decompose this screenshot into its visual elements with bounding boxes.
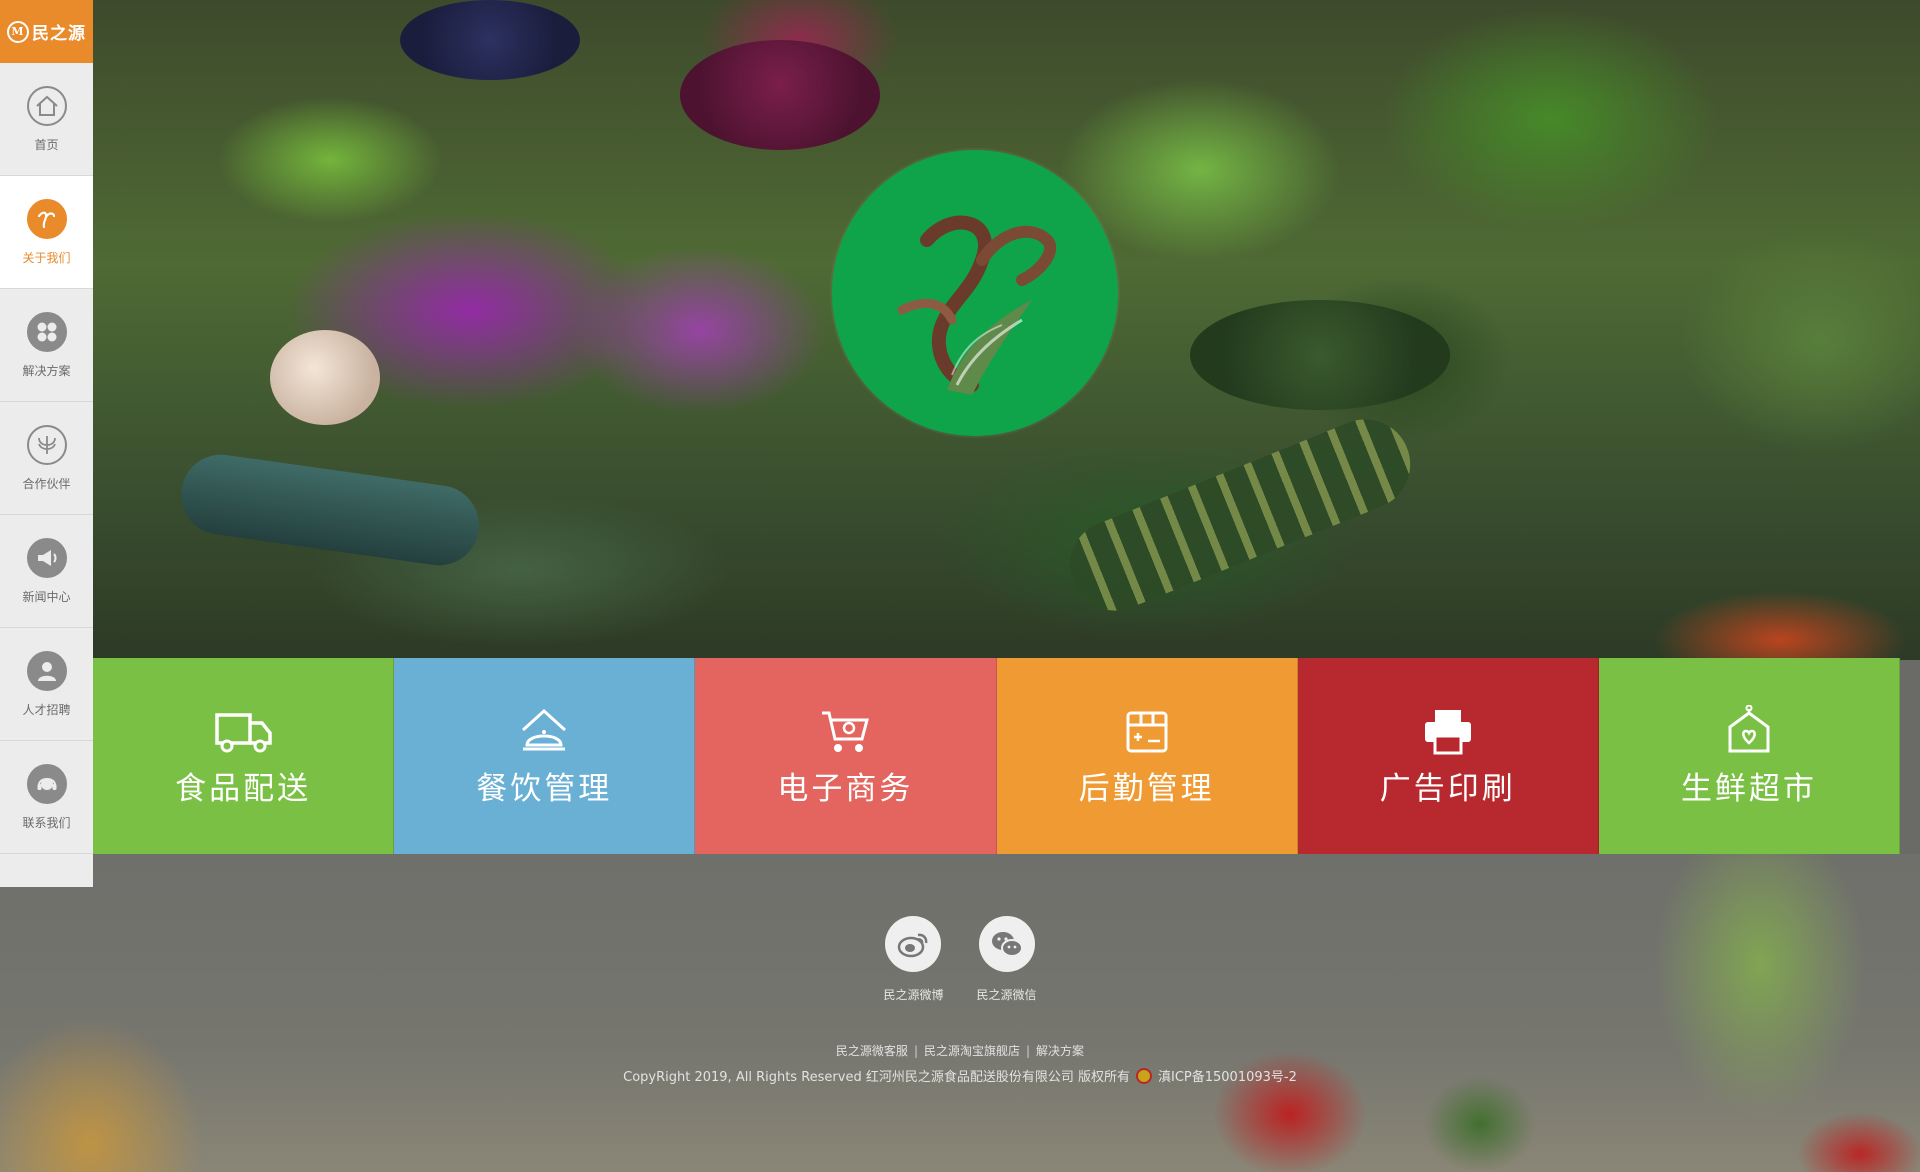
brand-logo-emblem (832, 150, 1118, 436)
sidebar-item-label: 联系我们 (22, 815, 71, 830)
social-links: 民之源微博 民之源微信 (0, 916, 1920, 1003)
tile-label: 餐饮管理 (476, 770, 613, 807)
tile-label: 广告印刷 (1379, 770, 1516, 807)
tile-logistics[interactable]: 后勤管理 (996, 658, 1298, 854)
link-separator: | (913, 1044, 918, 1058)
weibo-link[interactable]: 民之源微博 (883, 916, 944, 1003)
partner-icon (26, 424, 67, 465)
hero-banner (0, 0, 1920, 660)
wechat-link[interactable]: 民之源微信 (977, 916, 1037, 1003)
tile-food-delivery[interactable]: 食品配送 (93, 658, 395, 854)
tile-fresh-market[interactable]: 生鲜超市 (1598, 658, 1901, 854)
hero-decoration (400, 0, 580, 80)
wechat-icon (978, 916, 1035, 972)
tile-ecommerce[interactable]: 电子商务 (695, 658, 997, 854)
tile-label: 食品配送 (175, 770, 312, 807)
hero-decoration (270, 330, 380, 425)
sidebar-item-news[interactable]: 新闻中心 (0, 515, 93, 628)
sidebar-item-about[interactable]: 关于我们 (0, 176, 93, 289)
icp-number[interactable]: 滇ICP备15001093号-2 (1158, 1066, 1297, 1085)
sidebar-item-solutions[interactable]: 解决方案 (0, 289, 93, 402)
footer: 民之源微博 民之源微信 民之源微客服 | 民之源淘宝旗舰店 | 解决方案 CopyRig… (0, 854, 1920, 1172)
service-tiles: 食品配送 餐饮管理 电子商务 后勤管理 广告印刷 生鲜超市 (93, 658, 1901, 854)
hero-decoration (175, 449, 485, 571)
link-separator: | (1026, 1044, 1031, 1058)
sidebar-item-partners[interactable]: 合作伙伴 (0, 402, 93, 515)
copyright-text: CopyRight 2019, All Rights Reserved 红河州民… (623, 1070, 1130, 1085)
sidebar-item-home[interactable]: 首页 (0, 63, 93, 176)
hero-decoration (1056, 405, 1424, 625)
logo-mark-icon: M (7, 20, 29, 43)
tile-label: 电子商务 (777, 770, 914, 807)
tile-label: 后勤管理 (1078, 770, 1215, 807)
hero-decoration (680, 40, 880, 150)
tile-printing[interactable]: 广告印刷 (1297, 658, 1599, 854)
printer-icon (1424, 709, 1471, 754)
sidebar-item-label: 解决方案 (22, 363, 71, 378)
sidebar-item-contact[interactable]: 联系我们 (0, 741, 93, 854)
sidebar-item-label: 人才招聘 (22, 702, 71, 717)
sidebar-logo[interactable]: M 民之源 (0, 0, 93, 63)
sidebar-item-label: 新闻中心 (22, 589, 71, 604)
sidebar-nav: M 民之源 首页 关于我们 解决方案 合作伙伴 新闻中心 人才招聘 联系我们 (0, 0, 93, 887)
footer-links: 民之源微客服 | 民之源淘宝旗舰店 | 解决方案 (0, 1042, 1920, 1059)
brand-leaf-icon (897, 215, 1057, 395)
sidebar-item-label: 关于我们 (22, 250, 71, 265)
footer-link-taobao[interactable]: 民之源淘宝旗舰店 (924, 1044, 1020, 1058)
headset-icon (26, 763, 67, 804)
tile-label: 生鲜超市 (1680, 770, 1817, 807)
truck-icon (215, 712, 272, 752)
hero-decoration (1190, 300, 1450, 410)
footer-link-solutions[interactable]: 解决方案 (1036, 1044, 1084, 1058)
person-icon (26, 650, 67, 691)
box-icon (1126, 711, 1168, 752)
megaphone-icon (26, 537, 67, 578)
logo-text: 民之源 (32, 24, 86, 44)
grid-icon (26, 311, 67, 352)
police-badge-icon (1135, 1067, 1152, 1084)
social-label: 民之源微博 (883, 988, 944, 1002)
weibo-icon (885, 916, 942, 972)
copyright-line: CopyRight 2019, All Rights Reserved 红河州民… (0, 1066, 1920, 1085)
sidebar-item-careers[interactable]: 人才招聘 (0, 628, 93, 741)
store-icon (1728, 704, 1770, 752)
tile-catering[interactable]: 餐饮管理 (394, 658, 696, 854)
home-icon (26, 85, 67, 126)
brand-icon (26, 198, 67, 239)
footer-link-service[interactable]: 民之源微客服 (836, 1044, 908, 1058)
cloche-icon (522, 708, 567, 750)
social-label: 民之源微信 (976, 988, 1037, 1002)
sidebar-item-label: 合作伙伴 (22, 476, 71, 491)
sidebar-item-label: 首页 (34, 137, 59, 152)
cart-icon (822, 711, 870, 752)
